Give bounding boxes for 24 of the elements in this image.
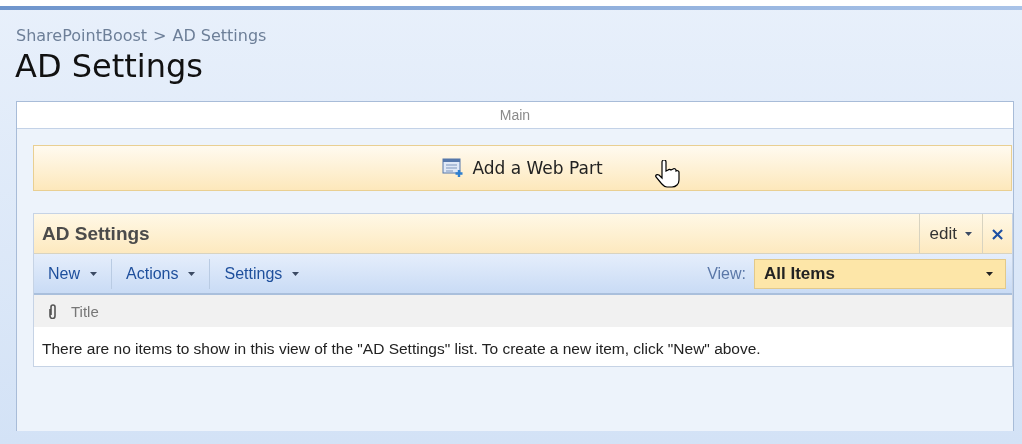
toolbar-menu[interactable]: Settings	[210, 259, 314, 288]
web-part-icon	[442, 158, 465, 178]
page-title: AD Settings	[15, 47, 204, 85]
toolbar-menu[interactable]: Actions	[112, 259, 210, 288]
breadcrumb-separator: >	[153, 26, 167, 45]
empty-list-message: There are no items to show in this view of the "AD Settings" list. To create a new item, click "New" above.	[41, 339, 762, 359]
add-web-part-button[interactable]: Add a Web Part	[33, 145, 1012, 191]
caret-icon	[90, 271, 97, 276]
web-part-title: AD Settings	[42, 222, 150, 245]
column-header[interactable]: Title	[71, 302, 99, 320]
caret-icon	[188, 271, 196, 276]
caret-icon	[965, 231, 972, 236]
close-button[interactable]: ×	[982, 214, 1012, 253]
view-dropdown[interactable]: All Items	[754, 258, 1006, 289]
edit-menu[interactable]: edit	[918, 214, 982, 253]
breadcrumb-link[interactable]: AD Settings	[172, 26, 267, 45]
zone-title: Main	[499, 107, 531, 123]
hand-cursor-icon	[654, 160, 680, 190]
caret-icon	[292, 271, 300, 276]
paperclip-icon	[48, 303, 57, 319]
breadcrumb-link[interactable]: SharePointBoost	[16, 26, 148, 45]
toolbar-menu[interactable]: New	[34, 259, 111, 288]
caret-icon	[986, 271, 993, 276]
view-label: View:	[707, 264, 746, 283]
